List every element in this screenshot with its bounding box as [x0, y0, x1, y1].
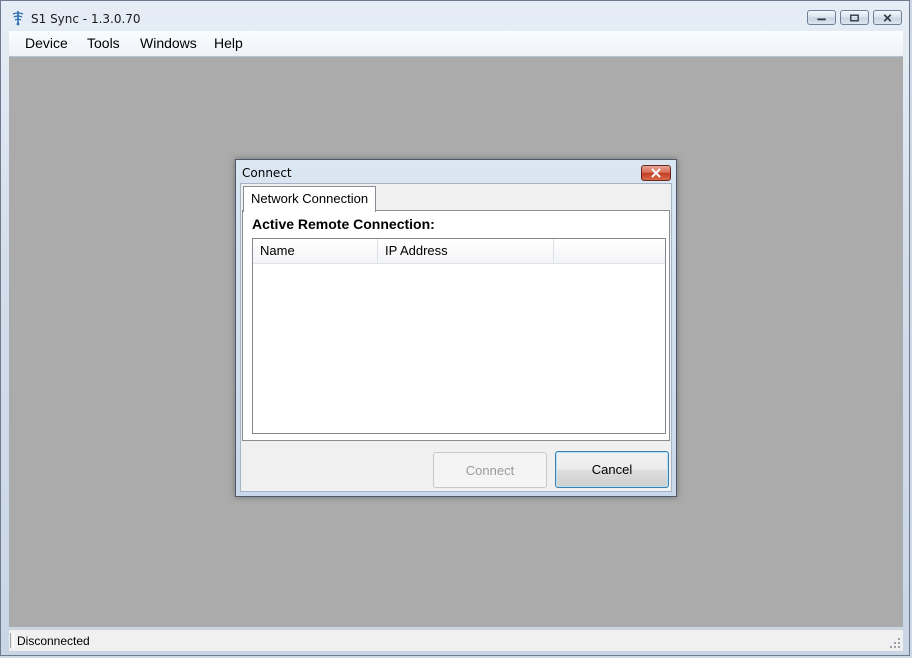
column-header-ip-address[interactable]: IP Address	[378, 239, 554, 263]
connection-list[interactable]: Name IP Address	[252, 238, 666, 434]
maximize-icon	[850, 14, 859, 22]
cancel-button[interactable]: Cancel	[555, 451, 669, 488]
dialog-body: Network Connection Active Remote Connect…	[240, 183, 672, 492]
menu-bar: Device Tools Windows Help	[9, 31, 903, 57]
close-window-button[interactable]	[873, 10, 902, 25]
active-connection-heading: Active Remote Connection:	[252, 216, 435, 232]
status-bar: Disconnected	[9, 629, 903, 651]
title-bar[interactable]: S1 Sync - 1.3.0.70	[1, 1, 909, 31]
close-icon	[651, 168, 661, 178]
menu-help[interactable]: Help	[214, 35, 243, 51]
connect-button[interactable]: Connect	[433, 452, 547, 488]
connect-dialog: Connect Network Connection Active Remote…	[235, 159, 677, 497]
maximize-button[interactable]	[840, 10, 869, 25]
window-title: S1 Sync - 1.3.0.70	[31, 12, 141, 26]
menu-windows[interactable]: Windows	[140, 35, 197, 51]
app-logo-icon	[12, 11, 24, 26]
minimize-icon	[817, 18, 826, 21]
resize-grip-icon[interactable]	[889, 637, 901, 649]
dialog-title: Connect	[242, 166, 292, 180]
status-divider	[10, 633, 14, 648]
close-icon	[883, 14, 892, 22]
menu-device[interactable]: Device	[25, 35, 68, 51]
column-header-name[interactable]: Name	[253, 239, 378, 263]
dialog-close-button[interactable]	[641, 165, 671, 181]
tab-network-connection[interactable]: Network Connection	[243, 186, 377, 212]
column-header-filler	[554, 239, 664, 263]
window-controls	[807, 10, 902, 25]
tab-panel: Active Remote Connection: Name IP Addres…	[242, 210, 670, 441]
minimize-button[interactable]	[807, 10, 836, 25]
status-text: Disconnected	[17, 634, 90, 648]
list-header: Name IP Address	[253, 239, 665, 264]
menu-tools[interactable]: Tools	[87, 35, 120, 51]
